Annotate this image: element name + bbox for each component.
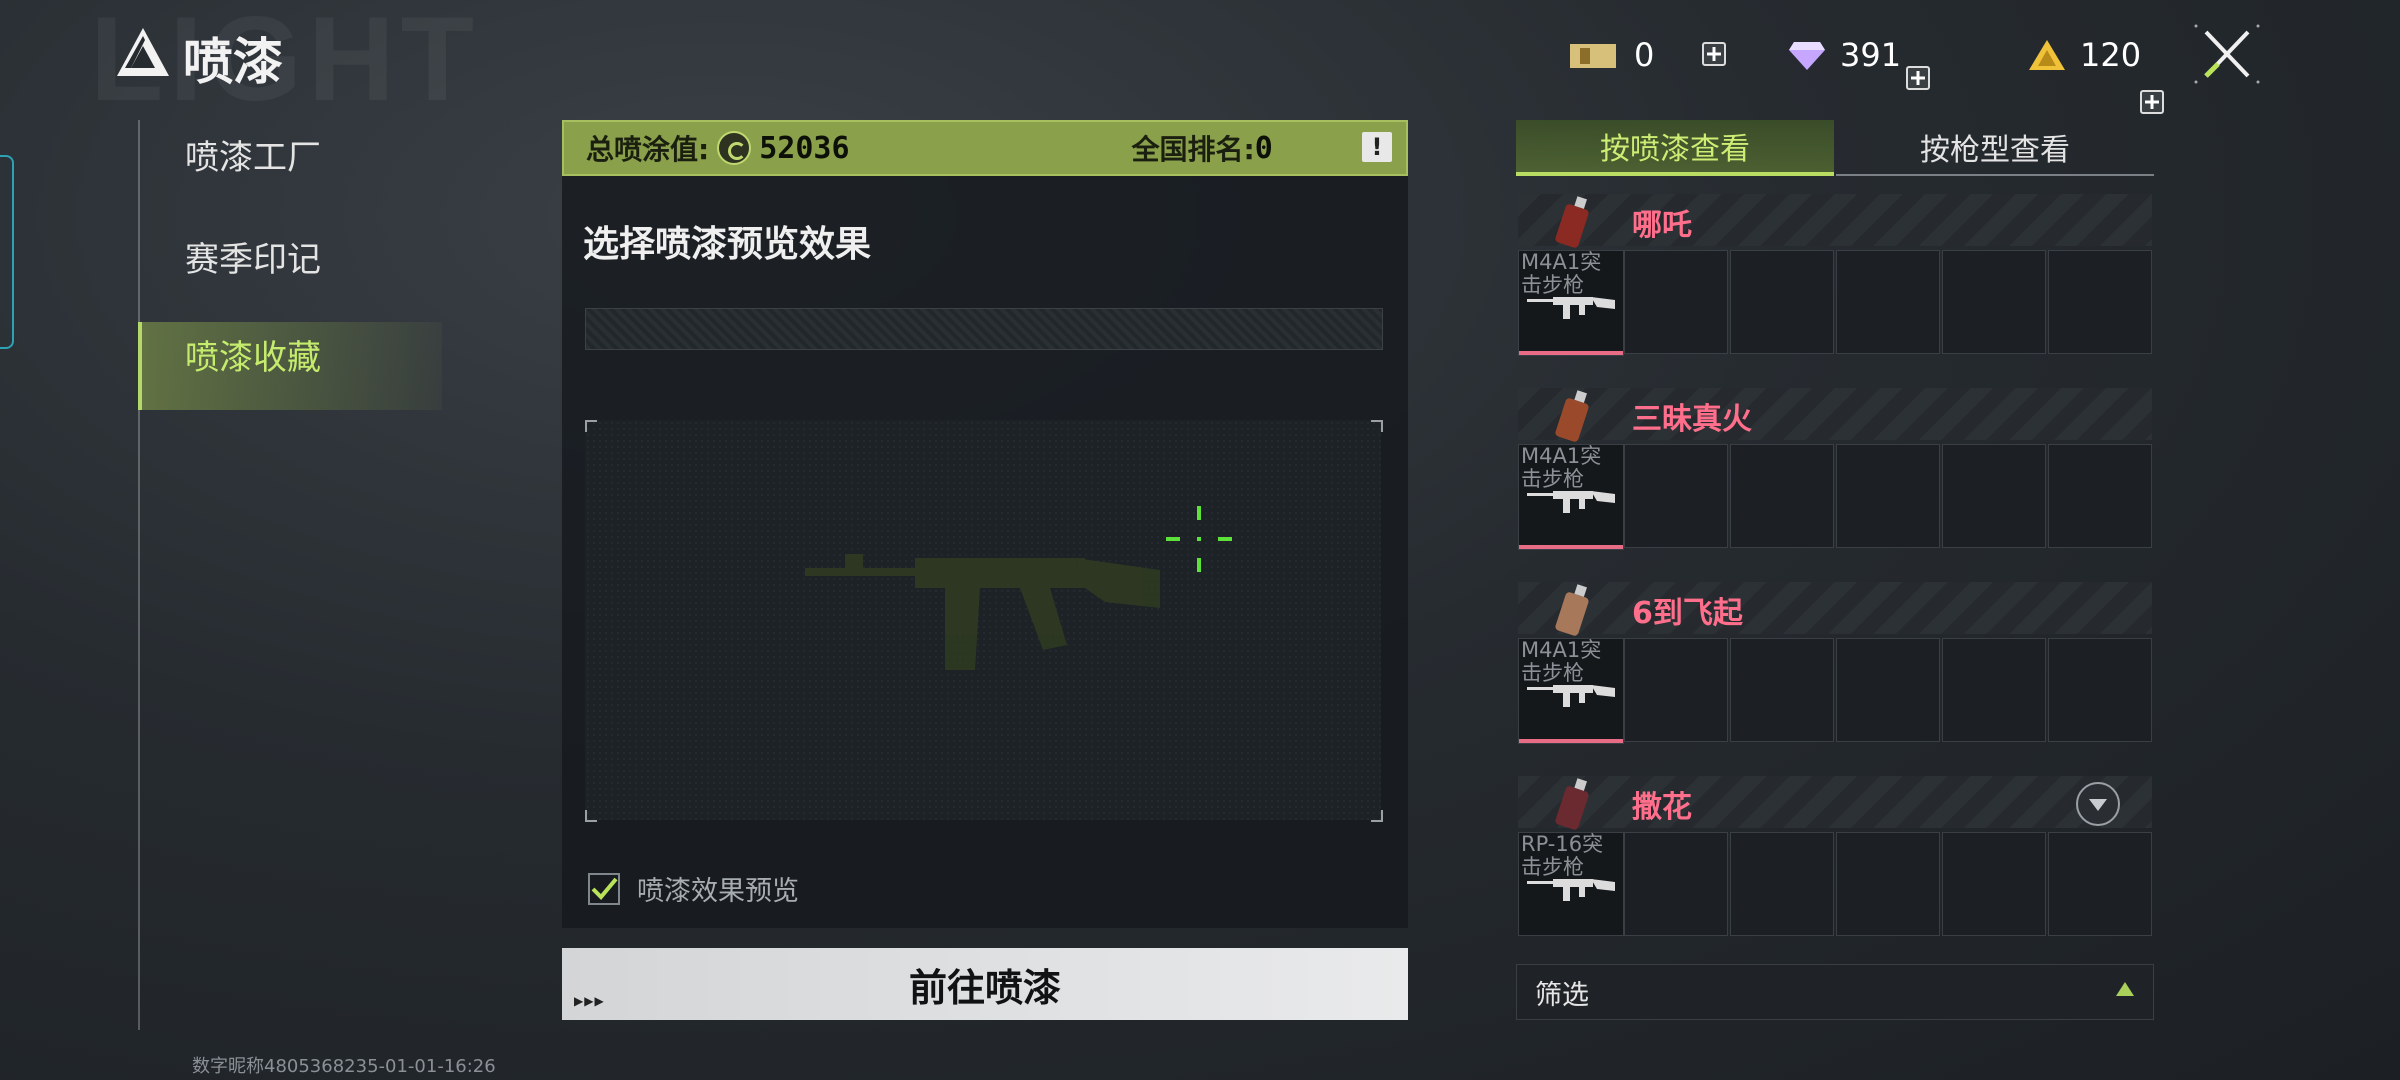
sidebar-item-spray-factory[interactable]: 喷漆工厂: [185, 128, 321, 188]
close-icon[interactable]: [2192, 22, 2262, 86]
spray-slot[interactable]: [1624, 638, 1728, 742]
spray-slot[interactable]: [1730, 832, 1834, 936]
gold-count: 120: [2080, 36, 2142, 74]
spray-coin-icon: [717, 131, 752, 165]
spray-slot[interactable]: [1942, 444, 2046, 548]
filter-arrow-icon: [2116, 982, 2134, 996]
ticket-icon: [1570, 44, 1616, 68]
spray-slot[interactable]: [1730, 638, 1834, 742]
spray-group-header[interactable]: [1518, 194, 2152, 246]
gold-triangle-icon: [2029, 40, 2065, 70]
spray-slot[interactable]: [1942, 638, 2046, 742]
filter-dropdown[interactable]: 筛选: [1516, 964, 2154, 1020]
nav-divider: [138, 120, 140, 1030]
spray-group-header[interactable]: [1518, 776, 2152, 828]
add-gold-button[interactable]: [2140, 90, 2164, 114]
rifle-icon: [1527, 685, 1615, 707]
spray-can-icon: [1555, 390, 1589, 442]
spray-name: 撒花: [1632, 790, 1692, 825]
total-spray-label: 总喷涂值:: [586, 133, 710, 166]
spray-slot[interactable]: [1624, 250, 1728, 354]
spray-name: 三昧真火: [1632, 402, 1752, 437]
rifle-icon: [1527, 879, 1615, 901]
frame-corner: [1371, 420, 1383, 432]
user-id-text: 数字昵称4805368235-01-01-16:26: [192, 1056, 496, 1077]
spray-slot[interactable]: [1836, 638, 1940, 742]
crosshair-icon: [1166, 506, 1232, 572]
spray-group-header[interactable]: [1518, 582, 2152, 634]
spray-slot[interactable]: [1624, 832, 1728, 936]
spray-name: 6到飞起: [1632, 596, 1743, 631]
go-spray-button[interactable]: 前往喷漆: [562, 948, 1408, 1020]
spray-slot[interactable]: [1942, 250, 2046, 354]
weapon-slot[interactable]: M4A1突击步枪: [1518, 638, 1624, 744]
selected-indicator: [1519, 351, 1623, 355]
national-rank-value: 0: [1254, 130, 1273, 166]
info-button[interactable]: !: [1362, 132, 1392, 162]
diamond-count: 391: [1840, 36, 1902, 74]
spray-name: 哪吒: [1632, 208, 1692, 243]
spray-slot[interactable]: [1836, 832, 1940, 936]
weapon-slot[interactable]: RP-16突击步枪: [1518, 832, 1624, 936]
tab-by-spray[interactable]: 按喷漆查看: [1516, 120, 1834, 176]
checkmark-icon: [591, 877, 618, 900]
add-diamond-button[interactable]: [1906, 66, 1930, 90]
spray-slot[interactable]: [2048, 250, 2152, 354]
spray-slot[interactable]: [1730, 250, 1834, 354]
spray-slot[interactable]: [1730, 444, 1834, 548]
chevron-down-icon: [2089, 799, 2107, 811]
rifle-silhouette-icon: [805, 554, 1160, 670]
tab-by-weapon[interactable]: 按枪型查看: [1836, 120, 2154, 176]
filter-label: 筛选: [1535, 979, 1589, 1011]
preview-title: 选择喷漆预览效果: [583, 224, 872, 265]
ticket-count: 0: [1634, 36, 1655, 74]
currency-ticket: 0: [1568, 30, 1654, 80]
spray-slot[interactable]: [2048, 832, 2152, 936]
total-spray-value: 52036: [759, 130, 850, 166]
spray-slot-bar[interactable]: [585, 308, 1383, 350]
spray-can-icon: [1555, 778, 1589, 830]
spray-slot[interactable]: [1624, 444, 1728, 548]
spray-slot[interactable]: [1836, 444, 1940, 548]
sidebar-item-spray-collection[interactable]: 喷漆收藏: [185, 328, 321, 388]
diamond-icon: [1789, 42, 1825, 70]
spray-slot[interactable]: [2048, 638, 2152, 742]
arrows-icon: ▶▶▶: [574, 994, 605, 1008]
sidebar-item-season-mark[interactable]: 赛季印记: [185, 230, 321, 290]
spray-can-icon: [1555, 196, 1589, 248]
weapon-slot[interactable]: M4A1突击步枪: [1518, 444, 1624, 550]
frame-corner: [585, 810, 597, 822]
page-title: 喷漆: [183, 33, 283, 91]
spray-slot[interactable]: [2048, 444, 2152, 548]
frame-corner: [1371, 810, 1383, 822]
preview-checkbox-label: 喷漆效果预览: [637, 876, 799, 907]
stats-bar: 总喷涂值: 52036 全国排名: 0: [562, 120, 1408, 176]
spray-slot[interactable]: [1942, 832, 2046, 936]
side-handle[interactable]: [0, 155, 14, 349]
game-logo-icon: [117, 28, 169, 76]
national-rank-label: 全国排名:: [1131, 133, 1255, 166]
expand-group-button[interactable]: [2076, 782, 2120, 826]
spray-slot[interactable]: [1836, 250, 1940, 354]
selected-indicator: [1519, 545, 1623, 549]
preview-checkbox[interactable]: [588, 873, 620, 905]
rifle-icon: [1527, 297, 1615, 319]
currency-gold: 120: [2028, 30, 2141, 80]
frame-corner: [585, 420, 597, 432]
spray-group-header[interactable]: [1518, 388, 2152, 440]
weapon-slot[interactable]: M4A1突击步枪: [1518, 250, 1624, 356]
rifle-icon: [1527, 491, 1615, 513]
currency-diamond: 391: [1788, 30, 1901, 80]
spray-can-icon: [1555, 584, 1589, 636]
selected-indicator: [1519, 739, 1623, 743]
add-ticket-button[interactable]: [1702, 42, 1726, 66]
